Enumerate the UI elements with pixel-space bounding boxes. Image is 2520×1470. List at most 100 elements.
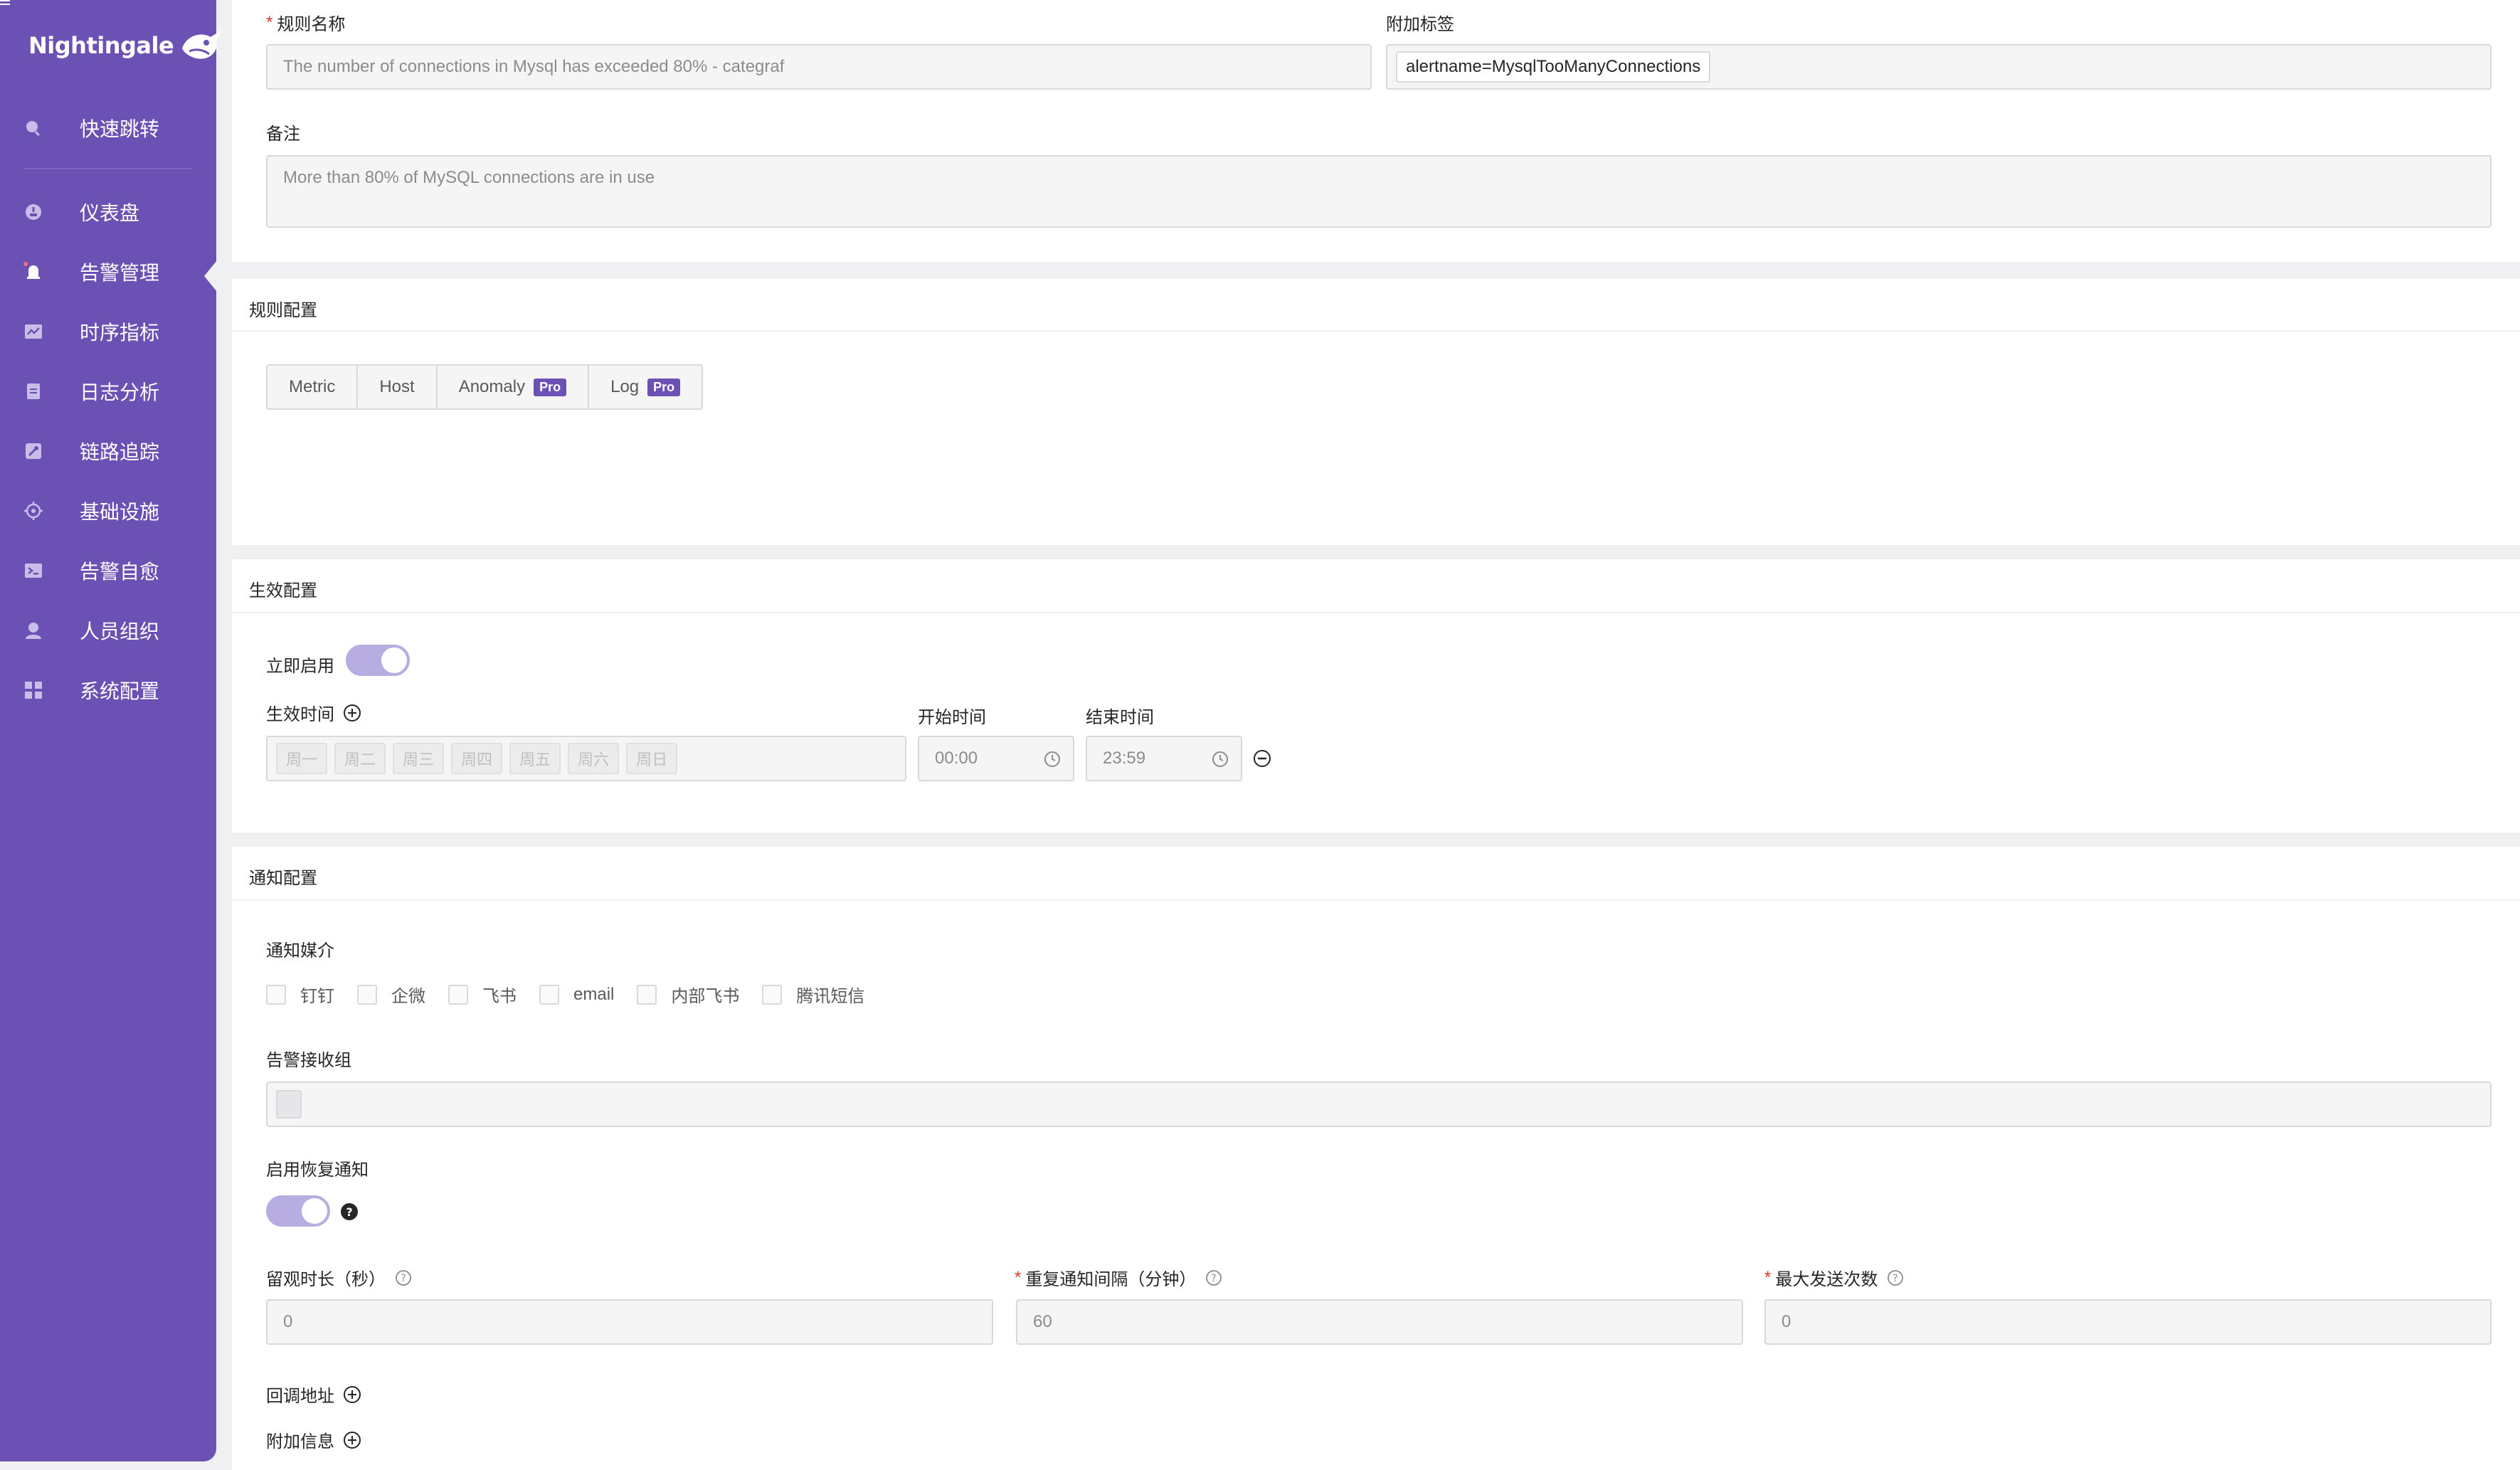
weekday-chip: 周五: [509, 743, 561, 774]
terminal-icon: [23, 560, 44, 581]
repeat-interval-input[interactable]: 60: [1016, 1299, 1743, 1345]
pro-badge: Pro: [534, 378, 567, 396]
trace-icon: [23, 440, 44, 462]
start-time-label: 开始时间: [918, 708, 986, 727]
sidebar-item-logs[interactable]: 日志分析: [0, 370, 216, 413]
media-checkbox-internal-feishu[interactable]: 内部飞书: [637, 982, 739, 1007]
sidebar-item-tracing[interactable]: 链路追踪: [0, 430, 216, 472]
receiver-group-select[interactable]: [266, 1082, 2492, 1127]
notify-media-options: 钉钉 企微 飞书 email 内部飞书 腾讯短信: [266, 982, 887, 1007]
user-icon: [23, 620, 44, 641]
sidebar-item-label: 基础设施: [80, 501, 160, 523]
group-chip-placeholder: [276, 1090, 302, 1119]
add-circle-icon[interactable]: [343, 704, 361, 722]
rule-name-input[interactable]: The number of connections in Mysql has e…: [266, 44, 1372, 90]
basic-info-card: * 规则名称 The number of connections in Mysql…: [232, 0, 2520, 262]
pro-badge: Pro: [647, 378, 681, 396]
rule-type-selector: Metric Host Anomaly Pro Log Pro: [266, 364, 704, 410]
sidebar-divider: [24, 168, 192, 169]
logo-text: Nightingale: [28, 32, 174, 59]
enable-label: 立即启用: [266, 657, 334, 676]
active-indicator: [204, 260, 217, 292]
media-checkbox-email[interactable]: email: [539, 984, 614, 1005]
sidebar-item-dashboard[interactable]: 仪表盘: [0, 191, 216, 233]
weekday-chip: 周日: [626, 743, 678, 774]
rule-type-host[interactable]: Host: [358, 366, 438, 408]
recovery-notify-toggle[interactable]: [266, 1195, 330, 1227]
observe-duration-label: 留观时长（秒） ?: [266, 1265, 413, 1290]
logo[interactable]: Nightingale: [28, 27, 225, 64]
target-icon: [23, 500, 44, 522]
divider: [232, 330, 2520, 332]
rule-name-label: * 规则名称: [266, 12, 346, 35]
sidebar-item-label: 告警管理: [80, 262, 160, 284]
weekday-chip: 周一: [276, 743, 328, 774]
weekday-chip: 周三: [393, 743, 445, 774]
recovery-notify-label: 启用恢复通知: [266, 1160, 369, 1180]
sidebar-item-alert-management[interactable]: 告警管理: [0, 250, 216, 293]
sidebar-item-label: 人员组织: [80, 620, 160, 643]
max-send-label: * 最大发送次数 ?: [1764, 1265, 1905, 1290]
sidebar-item-label: 告警自愈: [80, 561, 160, 583]
search-icon: [23, 117, 44, 139]
tags-input[interactable]: alertname=MysqlTooManyConnections: [1386, 44, 2492, 90]
notify-config-card: 通知配置 通知媒介 钉钉 企微 飞书 email 内部飞书 腾讯短信 告警接收组…: [232, 847, 2520, 1470]
divider: [232, 899, 2520, 901]
divider: [232, 612, 2520, 613]
help-circle-icon[interactable]: ?: [1886, 1269, 1905, 1287]
nightingale-bird-icon: [182, 30, 223, 59]
svg-text:?: ?: [346, 1205, 352, 1219]
sidebar: Nightingale 快速跳转 仪表盘 告警管理 时序指标 日志分析 链路追踪…: [0, 0, 223, 1461]
document-icon: [23, 381, 44, 402]
rule-type-anomaly[interactable]: Anomaly Pro: [438, 366, 590, 408]
media-checkbox-wecom[interactable]: 企微: [357, 982, 425, 1007]
svg-text:?: ?: [1212, 1273, 1217, 1284]
question-icon[interactable]: ?: [340, 1202, 359, 1221]
sidebar-item-self-healing[interactable]: 告警自愈: [0, 549, 216, 592]
add-circle-icon[interactable]: [343, 1385, 361, 1404]
sidebar-item-label: 日志分析: [80, 381, 160, 403]
line-chart-icon: [23, 321, 44, 342]
weekday-select[interactable]: 周一 周二 周三 周四 周五 周六 周日: [266, 736, 906, 781]
enable-toggle[interactable]: [346, 645, 410, 676]
effective-config-title: 生效配置: [249, 581, 317, 601]
media-checkbox-feishu[interactable]: 飞书: [448, 982, 517, 1007]
dashboard-icon: [23, 201, 44, 223]
svg-text:?: ?: [401, 1273, 406, 1284]
sidebar-item-system[interactable]: 系统配置: [0, 669, 216, 712]
extra-info-label: 附加信息: [266, 1427, 361, 1452]
tag-chip[interactable]: alertname=MysqlTooManyConnections: [1396, 51, 1711, 83]
sidebar-item-infrastructure[interactable]: 基础设施: [0, 490, 216, 532]
repeat-interval-label: * 重复通知间隔（分钟） ?: [1015, 1265, 1223, 1290]
sidebar-item-people[interactable]: 人员组织: [0, 609, 216, 652]
callback-url-label: 回调地址: [266, 1382, 361, 1407]
effective-config-card: 生效配置 立即启用 生效时间 开始时间 结束时间 周一 周二 周三 周四 周五 …: [232, 559, 2520, 832]
tags-label: 附加标签: [1386, 15, 1454, 34]
start-time-input[interactable]: 00:00: [918, 736, 1074, 781]
sidebar-item-label: 系统配置: [80, 680, 160, 702]
media-checkbox-tencent-sms[interactable]: 腾讯短信: [762, 982, 864, 1007]
rule-type-metric[interactable]: Metric: [268, 366, 359, 408]
end-time-input[interactable]: 23:59: [1086, 736, 1242, 781]
rule-type-log[interactable]: Log Pro: [589, 366, 702, 408]
sidebar-item-quick-jump[interactable]: 快速跳转: [0, 107, 216, 149]
sidebar-item-metrics[interactable]: 时序指标: [0, 310, 216, 353]
add-circle-icon[interactable]: [343, 1431, 361, 1449]
menu-icon[interactable]: [0, 0, 10, 9]
clock-icon: [1044, 751, 1060, 767]
observe-duration-input[interactable]: 0: [266, 1299, 993, 1345]
svg-text:?: ?: [1893, 1273, 1898, 1284]
sidebar-item-label: 快速跳转: [80, 118, 160, 140]
help-circle-icon[interactable]: ?: [1205, 1269, 1223, 1287]
sidebar-item-label: 链路追踪: [80, 441, 160, 463]
max-send-input[interactable]: 0: [1764, 1299, 2492, 1345]
remove-circle-icon[interactable]: [1252, 749, 1272, 768]
note-textarea[interactable]: More than 80% of MySQL connections are i…: [266, 155, 2492, 228]
media-checkbox-dingtalk[interactable]: 钉钉: [266, 982, 334, 1007]
grid-icon: [23, 680, 44, 701]
rule-config-card: 规则配置 Metric Host Anomaly Pro Log Pro: [232, 279, 2520, 545]
weekday-chip: 周二: [334, 743, 386, 774]
bell-icon: [23, 261, 44, 282]
sidebar-item-label: 时序指标: [80, 322, 160, 344]
help-circle-icon[interactable]: ?: [394, 1269, 413, 1287]
